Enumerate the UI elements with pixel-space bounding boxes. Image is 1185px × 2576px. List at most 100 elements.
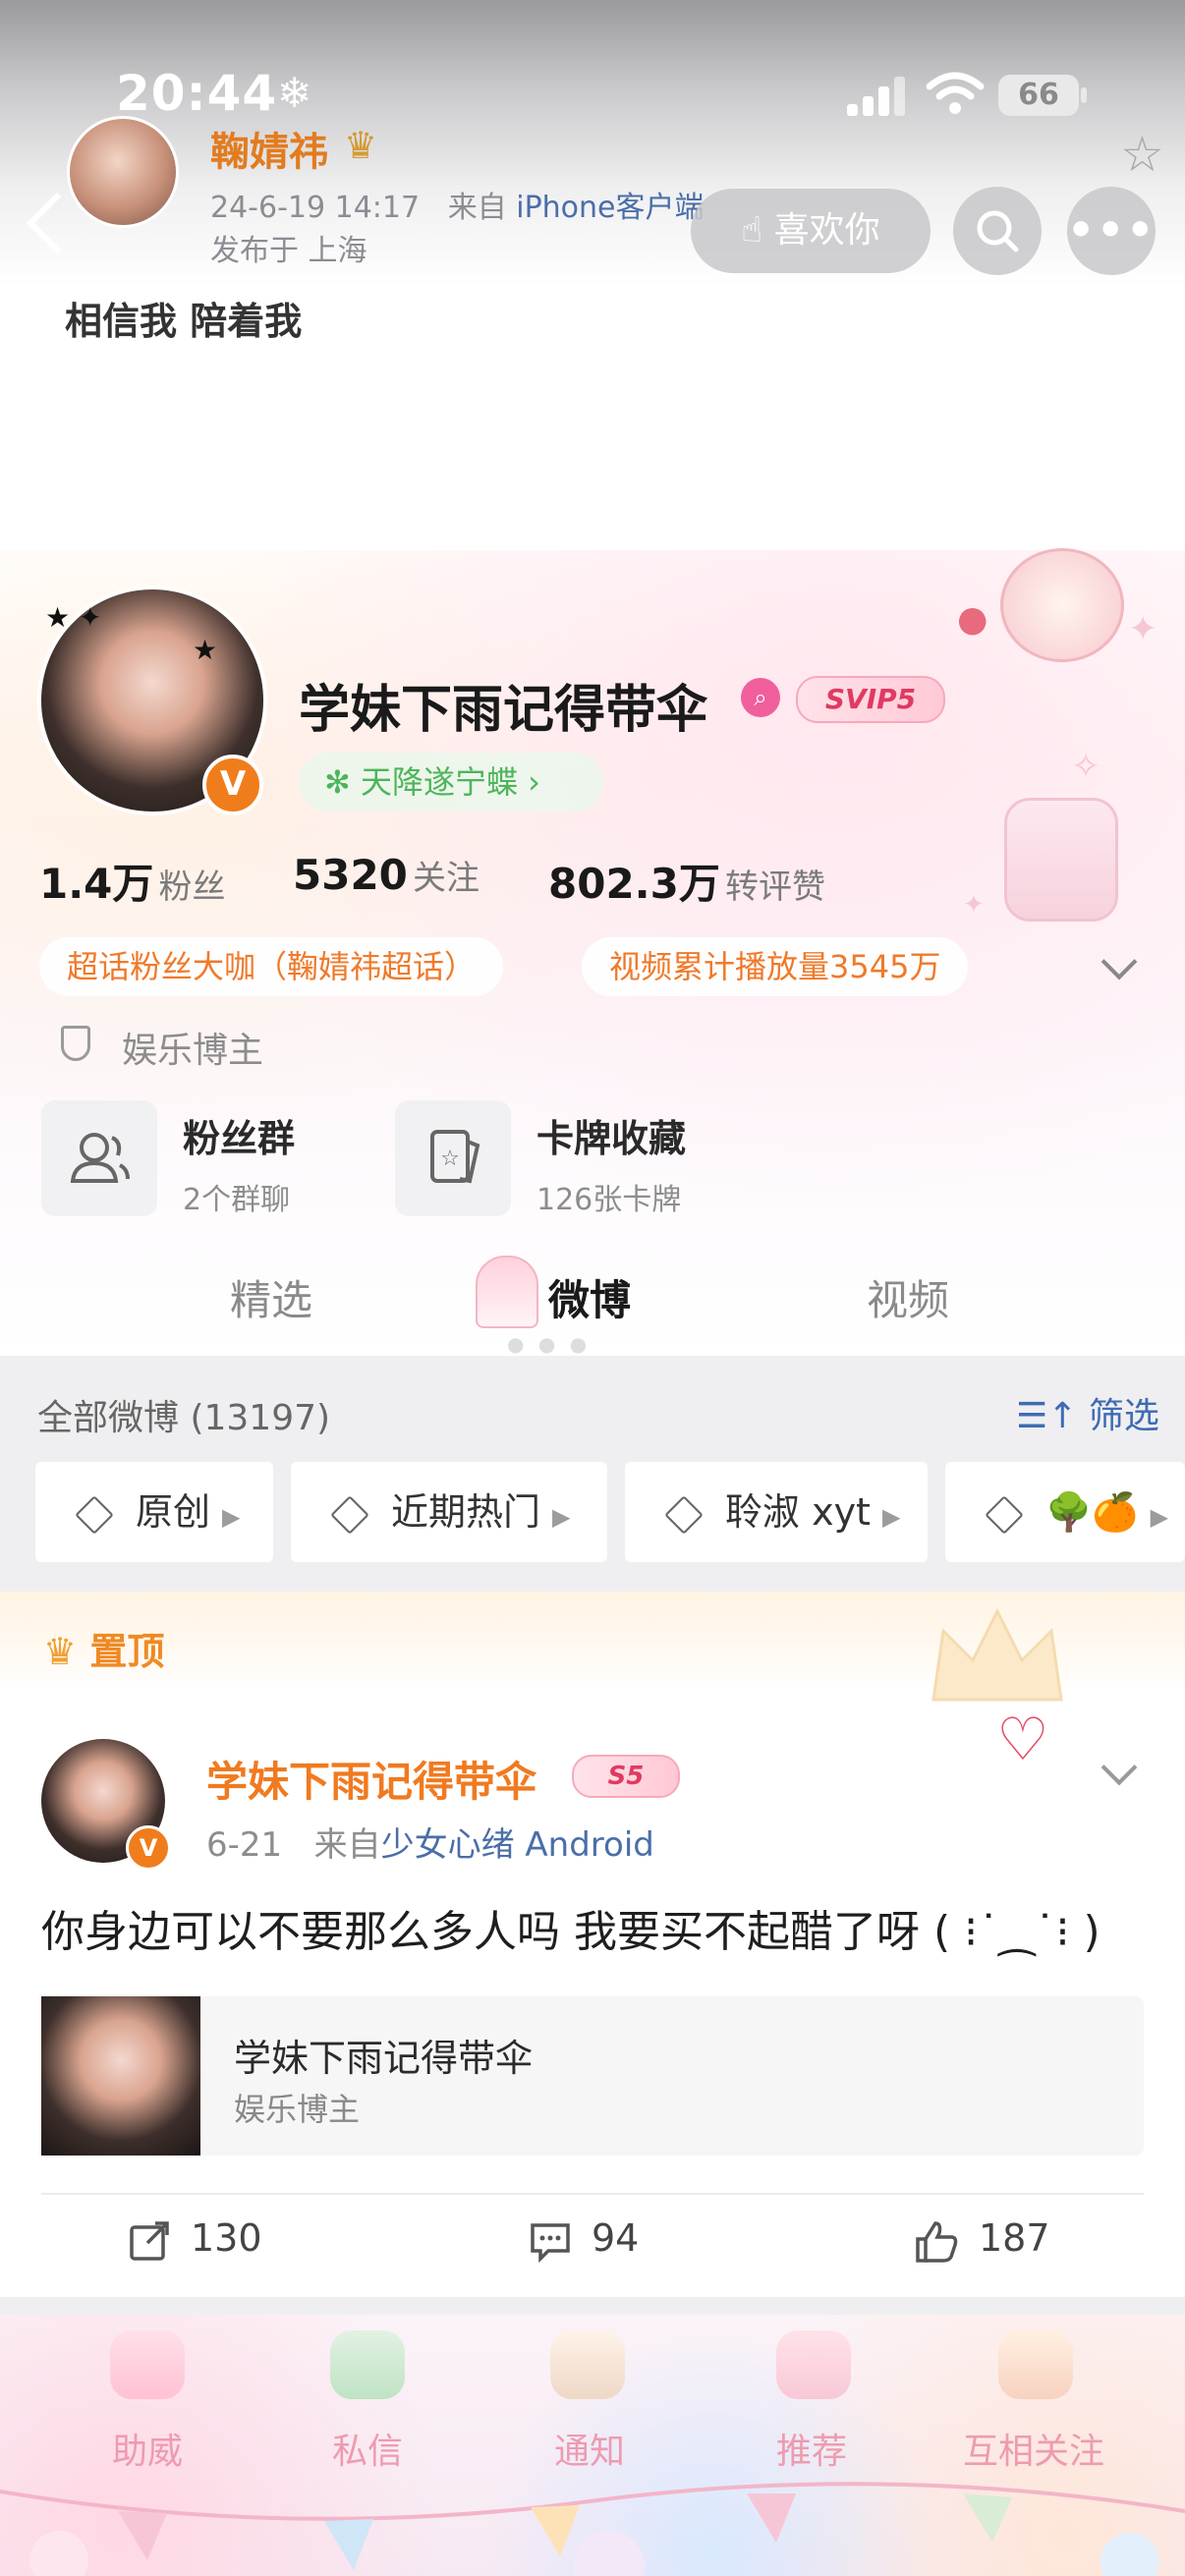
top-post-date: 24-6-19 14:17 (210, 191, 421, 225)
tab-recommend[interactable]: 推荐 (713, 2423, 910, 2474)
svip-badge[interactable]: SVIP5 (796, 676, 945, 723)
stat-fans[interactable]: 1.4万 粉丝 (39, 851, 226, 911)
snowflake-icon: ❄ (277, 69, 312, 117)
post-from: 来自 (313, 1825, 381, 1865)
stat-fans-label: 粉丝 (158, 868, 226, 907)
search-button[interactable] (953, 187, 1042, 275)
repost-count: 130 (191, 2216, 262, 2260)
notification-icon (550, 2330, 625, 2399)
like-you-button[interactable]: ☝ 喜欢你 (691, 189, 931, 273)
filter-icon: ☰↑ (1016, 1396, 1078, 1436)
flame-hand-icon: ☝ (741, 210, 763, 251)
stat-interactions[interactable]: 802.3万 转评赞 (548, 851, 825, 911)
profile-name: 学妹下雨记得带伞 (299, 681, 708, 740)
sparkle-icon: ✦ (1128, 609, 1158, 649)
stat-interactions-num: 802.3万 (548, 860, 720, 908)
post-device[interactable]: 少女心绪 Android (381, 1825, 654, 1865)
filter-button[interactable]: ☰↑ 筛选 (1016, 1387, 1159, 1438)
tab-video[interactable]: 视频 (867, 1267, 949, 1327)
repost-button[interactable]: 130 (128, 2216, 262, 2263)
card-collection-title[interactable]: 卡牌收藏 (536, 1108, 686, 1162)
signal-icon (847, 77, 906, 116)
triangle-right-icon: ▶ (552, 1503, 571, 1531)
fan-group-icon[interactable] (41, 1100, 157, 1216)
search-icon (977, 210, 1019, 252)
supertopic-pill[interactable]: 超话粉丝大咖（鞠婧祎超话） (39, 937, 504, 996)
tab-weibo[interactable]: 微博 (548, 1267, 631, 1327)
triangle-right-icon: ▶ (222, 1503, 241, 1531)
pink-search-badge-icon[interactable]: ⌕ (741, 678, 780, 717)
sparkle-icon: ✦ (963, 890, 985, 920)
bear-decoration (1000, 548, 1124, 662)
people-icon (70, 1133, 130, 1183)
tab-featured[interactable]: 精选 (230, 1267, 312, 1327)
crown-decoration (931, 1607, 1063, 1702)
heart-decoration: ♡ (996, 1706, 1049, 1774)
level-badge: S5 (572, 1755, 680, 1798)
jar-decoration (1004, 798, 1118, 922)
shared-profile-card[interactable] (41, 1996, 1144, 2156)
divider (41, 2193, 1144, 2195)
stat-following[interactable]: 5320 关注 (293, 851, 480, 899)
like-you-label: 喜欢你 (773, 210, 880, 251)
triangle-right-icon: ▶ (881, 1503, 901, 1531)
chip-tag-xyt[interactable]: 聆淑 xyt ▶ (625, 1462, 928, 1562)
layers-icon (664, 1494, 704, 1535)
chip-emoji-label: 🌳🍊 (1045, 1490, 1139, 1534)
chip-original[interactable]: 原创 ▶ (35, 1462, 273, 1562)
sundae-icon (476, 1256, 538, 1328)
cheer-icon (110, 2330, 185, 2399)
top-post-meta: 24-6-19 14:17 来自 iPhone客户端 (210, 183, 705, 226)
tab-indicator-dots: ● ● ● (507, 1332, 592, 1356)
post-date: 6-21 (206, 1825, 283, 1865)
message-icon (330, 2330, 405, 2399)
top-post-device[interactable]: iPhone客户端 (516, 191, 704, 225)
post-author[interactable]: 学妹下雨记得带伞 (206, 1749, 536, 1809)
verified-v-icon: V (202, 755, 263, 815)
clover-icon: ✻ (324, 763, 351, 801)
chevron-down-icon[interactable] (1100, 1749, 1138, 1786)
comment-count: 94 (592, 2216, 640, 2260)
comment-button[interactable]: 94 (529, 2216, 639, 2263)
thumbs-up-icon (916, 2220, 958, 2263)
top-post-avatar[interactable] (67, 116, 179, 228)
filter-label: 筛选 (1088, 1396, 1159, 1436)
post-body: 你身边可以不要那么多人吗 我要买不起醋了呀 ( ⁝˙⁔˙⁝ ) (41, 1907, 1100, 1957)
top-post-author[interactable]: 鞠婧祎 (210, 120, 328, 177)
card-collection-sub: 126张卡牌 (536, 1183, 682, 1217)
chip-tag-xyt-label: 聆淑 xyt (725, 1490, 871, 1534)
group-tag-label: 天降遂宁蝶 › (360, 763, 540, 801)
like-button[interactable]: 187 (914, 2216, 1050, 2263)
fan-group-sub: 2个群聊 (183, 1183, 291, 1217)
post-meta: 6-21 来自少女心绪 Android (206, 1818, 654, 1866)
all-weibo-count: 全部微博 (13197) (37, 1398, 331, 1438)
chip-recent-hot-label: 近期热门 (391, 1490, 541, 1534)
recommend-icon (776, 2330, 851, 2399)
crown-badge-icon: ♛ (344, 124, 378, 167)
tab-messages[interactable]: 私信 (269, 2423, 466, 2474)
battery-icon: 66 (998, 75, 1079, 116)
category-label: 娱乐博主 (122, 1031, 264, 1071)
chip-original-label: 原创 (136, 1490, 211, 1534)
card-collection-icon[interactable]: ☆ (395, 1100, 511, 1216)
like-count: 187 (979, 2216, 1050, 2260)
top-post-from: 来自 (447, 191, 507, 225)
mutual-follow-icon (998, 2330, 1073, 2399)
star-outline-icon[interactable]: ☆ (1120, 126, 1164, 183)
more-button[interactable]: ••• (1067, 187, 1156, 275)
section-gap (0, 2297, 1185, 2315)
chip-recent-hot[interactable]: 近期热门 ▶ (291, 1462, 607, 1562)
pinned-label: ♛ 置顶 (43, 1621, 164, 1675)
tab-notifications[interactable]: 通知 (491, 2423, 688, 2474)
tab-cheer[interactable]: 助威 (49, 2423, 246, 2474)
tab-mutual-follow[interactable]: 互相关注 (935, 2423, 1132, 2474)
chip-emoji[interactable]: 🌳🍊 ▶ (945, 1462, 1185, 1562)
layers-icon (985, 1494, 1024, 1535)
shared-profile-sub: 娱乐博主 (234, 2091, 361, 2128)
fan-group-title[interactable]: 粉丝群 (183, 1108, 295, 1162)
group-tag[interactable]: ✻ 天降遂宁蝶 › (299, 753, 603, 812)
video-plays-pill[interactable]: 视频累计播放量3545万 (582, 937, 969, 996)
comment-icon (531, 2222, 570, 2263)
stat-fans-num: 1.4万 (39, 860, 154, 908)
battery-cap (1081, 87, 1087, 103)
